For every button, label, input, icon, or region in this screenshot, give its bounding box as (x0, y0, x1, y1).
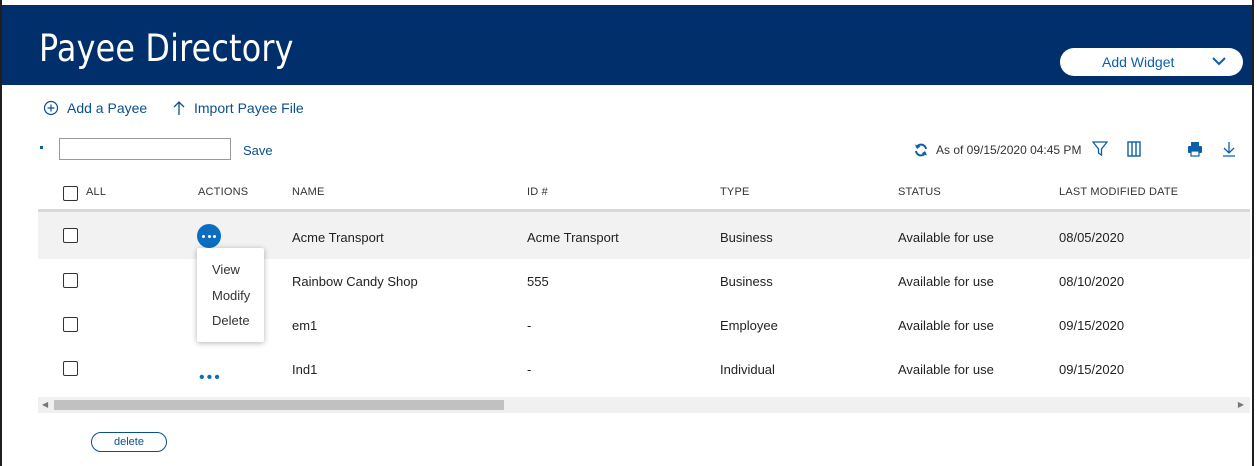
row-type: Business (720, 230, 773, 245)
delete-button[interactable]: delete (91, 432, 167, 452)
actions-menu: View Modify Delete (197, 248, 264, 342)
scroll-left-icon[interactable]: ◀ (42, 400, 48, 409)
more-actions-button[interactable]: ••• (199, 369, 222, 387)
column-header-name[interactable]: NAME (292, 186, 325, 198)
required-marker (40, 146, 43, 149)
row-modified: 09/15/2020 (1059, 318, 1125, 333)
filter-icon[interactable] (1092, 141, 1108, 157)
menu-item-delete[interactable]: Delete (212, 313, 250, 328)
add-payee-label: Add a Payee (67, 100, 148, 116)
upload-arrow-icon (173, 101, 185, 115)
row-status: Available for use (898, 274, 994, 289)
refresh-timestamp[interactable]: As of 09/15/2020 04:45 PM (914, 143, 1081, 157)
page-title: Payee Directory (39, 27, 294, 70)
page-header: Payee Directory Add Widget (2, 5, 1252, 85)
row-status: Available for use (898, 318, 994, 333)
horizontal-scrollbar[interactable]: ◀ ▶ (38, 397, 1250, 413)
row-modified: 09/15/2020 (1059, 362, 1125, 377)
more-dots-icon (202, 235, 205, 238)
add-payee-link[interactable]: Add a Payee (43, 100, 147, 116)
more-dots-icon-dot (207, 235, 211, 238)
row-checkbox[interactable] (63, 317, 78, 332)
import-payee-file-link[interactable]: Import Payee File (172, 100, 304, 116)
refresh-icon (915, 143, 927, 157)
row-modified: 08/05/2020 (1059, 230, 1125, 245)
more-dots-icon-dot (213, 235, 216, 238)
printer-icon[interactable] (1187, 141, 1203, 157)
scrollbar-thumb[interactable] (54, 400, 504, 410)
row-type: Business (720, 274, 773, 289)
column-header-type[interactable]: TYPE (720, 186, 750, 198)
row-name[interactable]: Acme Transport (292, 230, 384, 245)
add-widget-label: Add Widget (1102, 54, 1175, 70)
row-id: - (527, 318, 532, 333)
menu-item-modify[interactable]: Modify (212, 288, 250, 303)
row-checkbox[interactable] (63, 273, 78, 288)
row-checkbox[interactable] (63, 228, 78, 243)
column-header-last-modified[interactable]: LAST MODIFIED DATE (1059, 186, 1178, 198)
row-name[interactable]: Ind1 (292, 362, 317, 377)
menu-item-view[interactable]: View (212, 262, 240, 277)
row-name[interactable]: Rainbow Candy Shop (292, 274, 418, 289)
column-header-actions: ACTIONS (198, 186, 249, 198)
column-header-status[interactable]: STATUS (898, 186, 941, 198)
column-header-id[interactable]: ID # (527, 186, 548, 198)
plus-circle-icon (43, 100, 59, 116)
import-payee-file-label: Import Payee File (194, 100, 304, 116)
row-type: Employee (720, 318, 778, 333)
chevron-down-icon (1212, 57, 1226, 66)
scroll-right-icon[interactable]: ▶ (1238, 400, 1244, 409)
download-icon[interactable] (1222, 141, 1236, 157)
row-type: Individual (720, 362, 775, 377)
more-actions-button[interactable] (197, 224, 221, 248)
row-id: Acme Transport (527, 230, 619, 245)
select-all-checkbox[interactable] (63, 186, 78, 201)
row-status: Available for use (898, 230, 994, 245)
row-modified: 08/10/2020 (1059, 274, 1125, 289)
row-status: Available for use (898, 362, 994, 377)
row-name[interactable]: em1 (292, 318, 317, 333)
save-button[interactable]: Save (243, 143, 273, 158)
column-header-all: ALL (86, 186, 107, 198)
row-id: 555 (527, 274, 549, 289)
add-widget-button[interactable]: Add Widget (1060, 48, 1243, 76)
columns-icon[interactable] (1127, 141, 1141, 157)
as-of-label: As of 09/15/2020 04:45 PM (936, 143, 1082, 157)
row-id: - (527, 362, 532, 377)
search-input[interactable] (59, 138, 231, 160)
row-checkbox[interactable] (63, 361, 78, 376)
